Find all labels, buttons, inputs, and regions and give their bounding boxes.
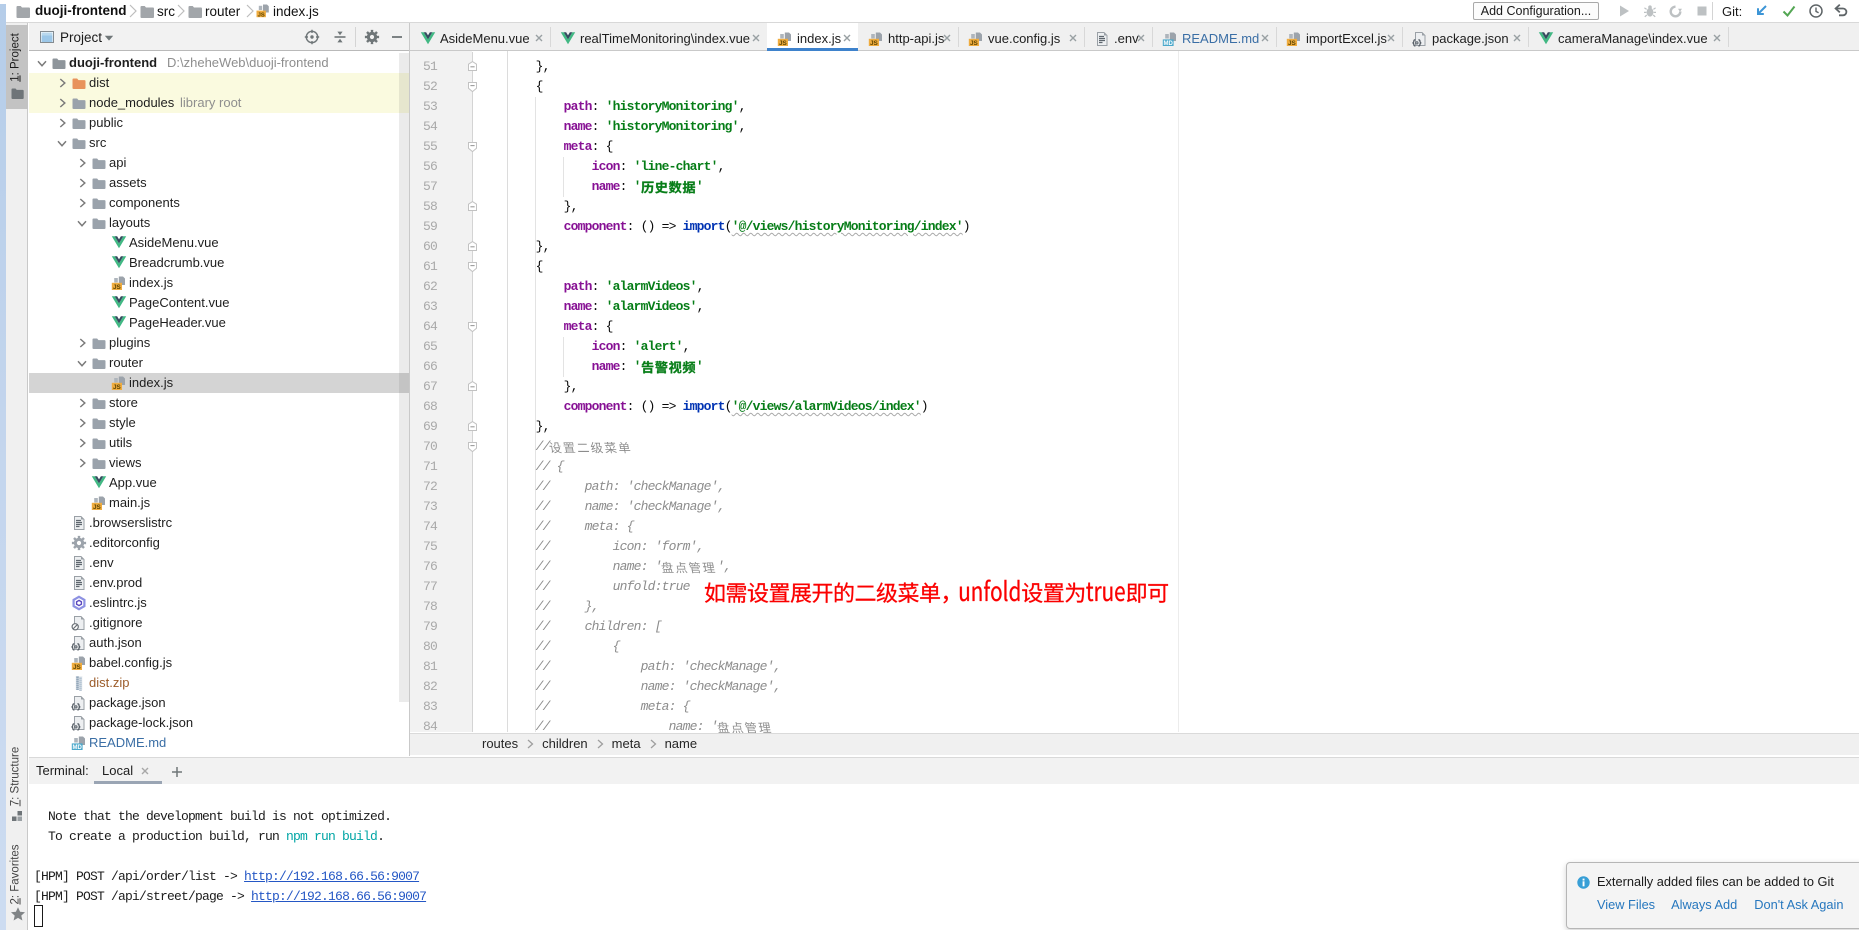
svg-text:MD: MD bbox=[1164, 41, 1174, 47]
svg-text:JS: JS bbox=[779, 40, 788, 47]
svg-text:JS: JS bbox=[73, 664, 82, 671]
svg-text:JS: JS bbox=[93, 504, 102, 511]
svg-text:JS: JS bbox=[113, 384, 122, 391]
svg-text:JS: JS bbox=[113, 284, 122, 291]
svg-text:JS: JS bbox=[870, 40, 879, 47]
svg-text:JS: JS bbox=[1288, 40, 1297, 47]
svg-text:MD: MD bbox=[73, 745, 83, 751]
svg-text:JS: JS bbox=[258, 12, 265, 18]
svg-text:JS: JS bbox=[970, 40, 979, 47]
